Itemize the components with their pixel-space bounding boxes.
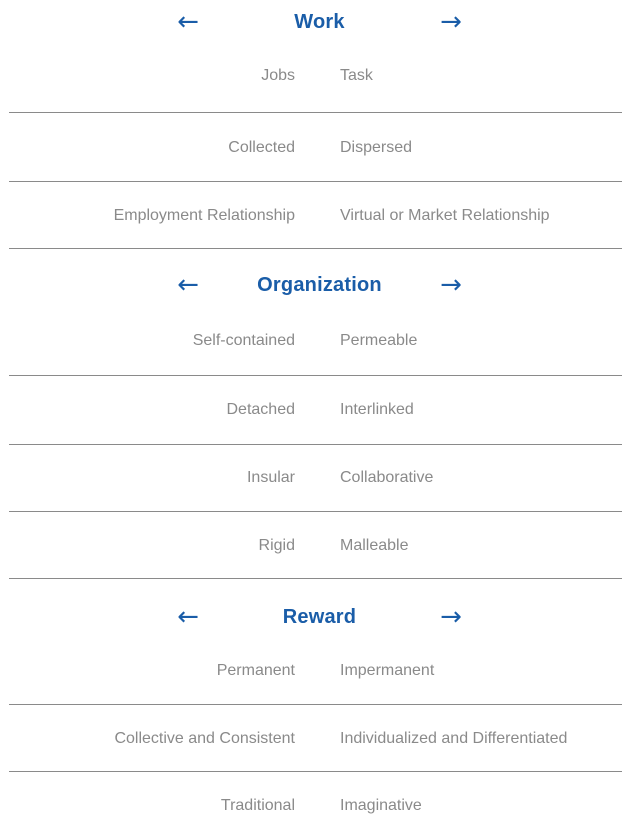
row-right-label: Dispersed [340, 139, 413, 156]
comparison-row: Employment Relationship Virtual or Marke… [0, 196, 622, 236]
arrow-left-icon[interactable]: ← [173, 2, 203, 42]
arrow-right-icon[interactable]: → [436, 2, 466, 42]
row-divider [9, 771, 622, 772]
row-left-label: Detached [226, 401, 296, 418]
row-right-label: Collaborative [340, 469, 434, 486]
row-right-label: Task [340, 67, 373, 84]
row-right-label: Permeable [340, 332, 418, 349]
row-left-label: Traditional [220, 797, 295, 814]
arrow-right-icon[interactable]: → [436, 597, 466, 637]
row-right-label: Impermanent [340, 662, 435, 679]
arrow-left-icon[interactable]: ← [173, 597, 203, 637]
comparison-row: Insular Collaborative [0, 458, 622, 498]
comparison-row: Rigid Malleable [0, 526, 622, 566]
row-left-label: Permanent [216, 662, 295, 679]
row-right-label: Malleable [340, 537, 409, 554]
row-divider [9, 375, 622, 376]
row-divider [9, 511, 622, 512]
comparison-row: Permanent Impermanent [0, 651, 622, 691]
row-right-label: Virtual or Market Relationship [340, 207, 550, 224]
row-divider [9, 704, 622, 705]
row-left-label: Insular [246, 469, 295, 486]
row-divider [9, 181, 622, 182]
comparison-row: Collective and Consistent Individualized… [0, 719, 622, 759]
row-divider [9, 444, 622, 445]
row-left-label: Jobs [261, 67, 295, 84]
row-divider [9, 578, 622, 579]
section-header-work: ← Work → [0, 2, 622, 42]
arrow-right-icon[interactable]: → [436, 265, 466, 305]
section-title-reward: Reward [282, 606, 357, 628]
row-left-label: Employment Relationship [113, 207, 295, 224]
arrow-left-icon[interactable]: ← [173, 265, 203, 305]
section-title-organization: Organization [257, 274, 382, 296]
comparison-row: Detached Interlinked [0, 390, 622, 430]
row-left-label: Rigid [258, 537, 295, 554]
row-left-label: Collective and Consistent [114, 730, 295, 747]
section-title-work: Work [294, 11, 345, 33]
comparison-row: Self-contained Permeable [0, 321, 622, 361]
comparison-row: Jobs Task [0, 56, 622, 96]
row-left-label: Collected [228, 139, 295, 156]
row-divider [9, 248, 622, 249]
row-right-label: Imaginative [340, 797, 422, 814]
row-right-label: Individualized and Differentiated [340, 730, 568, 747]
section-header-reward: ← Reward → [0, 597, 622, 637]
row-right-label: Interlinked [340, 401, 414, 418]
row-divider [9, 112, 622, 113]
comparison-row: Traditional Imaginative [0, 786, 622, 826]
comparison-row: Collected Dispersed [0, 128, 622, 168]
section-header-organization: ← Organization → [0, 265, 622, 305]
row-left-label: Self-contained [192, 332, 295, 349]
